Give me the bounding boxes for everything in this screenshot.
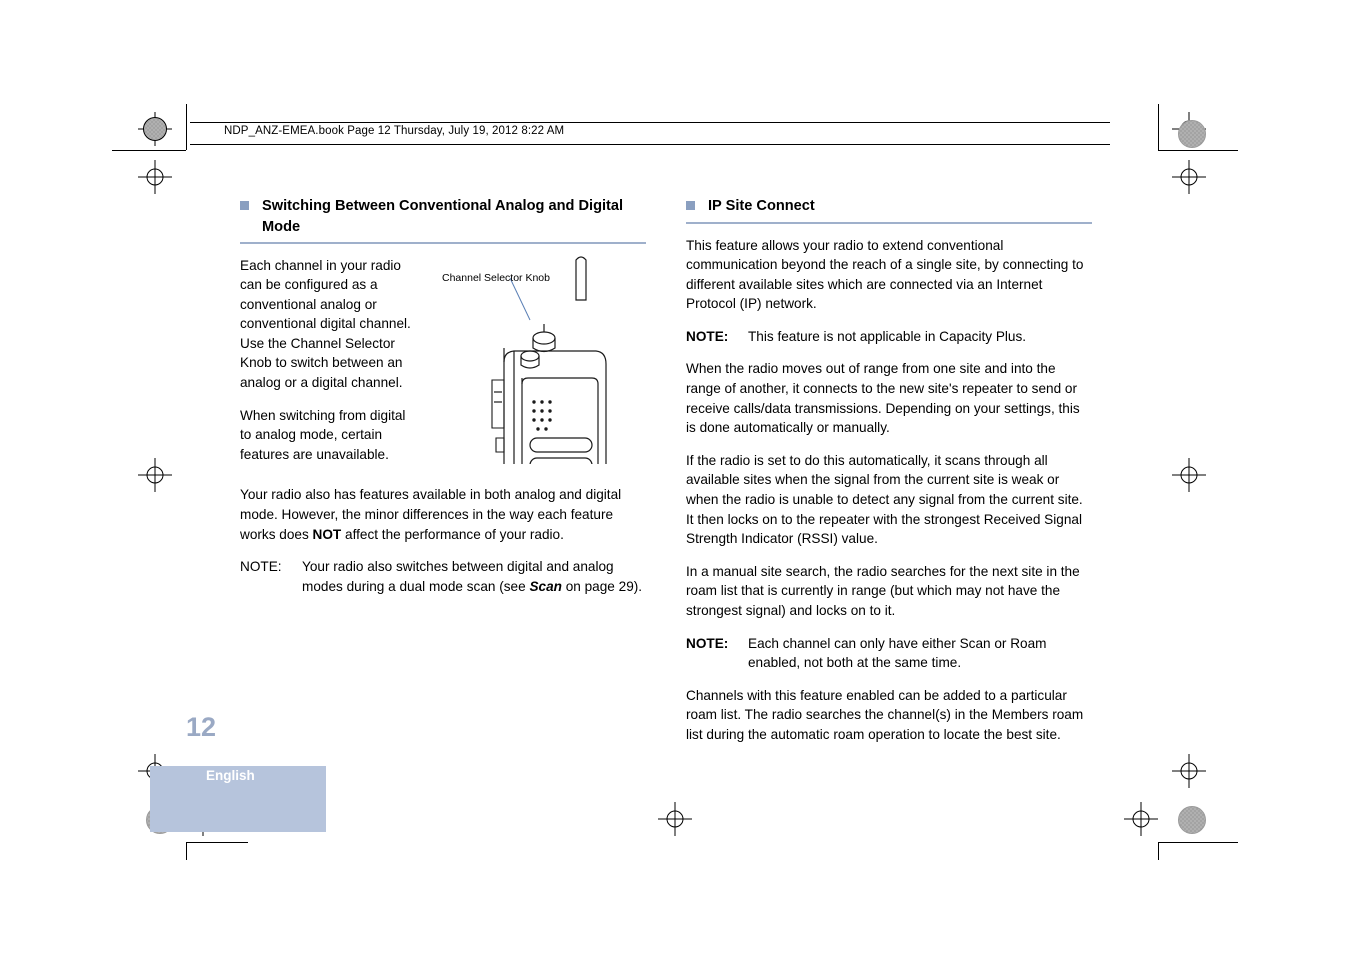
callout-leader-line: [509, 277, 531, 321]
trim-line-bottom-right: [1158, 842, 1238, 843]
trim-line-vertical-right-b: [1158, 842, 1159, 860]
right-note-1-label: NOTE:: [686, 328, 729, 344]
registration-mark-left-upper: [138, 160, 172, 194]
left-note: NOTE: Your radio also switches between d…: [240, 557, 646, 596]
registration-mark-right-middle: [1172, 458, 1206, 492]
trim-line-top-right: [1158, 150, 1238, 151]
right-note-1-text: This feature is not applicable in Capaci…: [748, 328, 1027, 344]
left-paragraph-1: Each channel in your radio can be config…: [240, 257, 411, 391]
registration-mark-right-upper: [1172, 160, 1206, 194]
right-section-heading-text: IP Site Connect: [708, 198, 815, 214]
right-column: IP Site Connect This feature allows your…: [686, 196, 1092, 758]
radio-figure: Channel Selector Knob: [426, 252, 646, 473]
language-tab: English: [150, 766, 326, 832]
right-note-1: NOTE: This feature is not applicable in …: [686, 327, 1092, 347]
left-paragraph-2: When switching from digital to analog mo…: [240, 407, 406, 462]
page-number: 12: [186, 712, 217, 742]
left-paragraph-3-part2: affect the performance of your radio.: [341, 526, 564, 542]
right-section-heading: IP Site Connect: [686, 196, 1092, 217]
language-tab-label: English: [206, 768, 255, 783]
right-note-2: NOTE: Each channel can only have either …: [686, 634, 1092, 673]
left-note-label: NOTE:: [240, 559, 282, 575]
right-paragraph-5: Channels with this feature enabled can b…: [686, 687, 1084, 742]
registration-mark-bottom-center: [658, 802, 692, 836]
right-note-2-text: Each channel can only have either Scan o…: [748, 635, 1047, 671]
header-file-line: NDP_ANZ-EMEA.book Page 12 Thursday, July…: [190, 122, 1110, 146]
trim-line-left-edge: [112, 150, 186, 151]
right-paragraph-2: When the radio moves out of range from o…: [686, 361, 1080, 436]
left-note-part2: on page 29).: [561, 578, 643, 594]
left-paragraph-3: Your radio also has features available i…: [240, 485, 646, 544]
trim-line-vertical-right: [1158, 104, 1159, 150]
right-paragraph-3: If the radio is set to do this automatic…: [686, 452, 1083, 547]
density-dot-bottom-right-outer: [1178, 806, 1206, 834]
left-heading-rule: [240, 242, 646, 244]
figure-callout-label: Channel Selector Knob: [442, 272, 550, 284]
trim-line-vertical-left: [186, 104, 187, 150]
left-note-italic: Scan: [529, 578, 562, 594]
heading-bullet-icon: [686, 201, 695, 210]
trim-line-bottom-left: [186, 842, 248, 843]
heading-bullet-icon: [240, 201, 249, 210]
header-file-line-text: NDP_ANZ-EMEA.book Page 12 Thursday, July…: [224, 125, 565, 137]
right-heading-rule: [686, 222, 1092, 224]
left-paragraph-3-emphasis: NOT: [312, 526, 342, 542]
registration-mark-bottom-right: [1124, 802, 1158, 836]
trim-line-vertical-left-b: [186, 842, 187, 860]
registration-mark-top-left: [138, 112, 172, 146]
right-paragraph-1: This feature allows your radio to extend…: [686, 237, 1084, 312]
registration-mark-left-middle: [138, 458, 172, 492]
right-paragraph-4: In a manual site search, the radio searc…: [686, 563, 1080, 618]
registration-mark-right-lower: [1172, 754, 1206, 788]
left-section-heading: Switching Between Conventional Analog an…: [240, 196, 646, 238]
document-page: NDP_ANZ-EMEA.book Page 12 Thursday, July…: [0, 0, 1350, 954]
left-section-heading-text: Switching Between Conventional Analog an…: [262, 198, 624, 235]
right-note-2-label: NOTE:: [686, 635, 729, 651]
density-dot-top-right: [1178, 120, 1206, 148]
